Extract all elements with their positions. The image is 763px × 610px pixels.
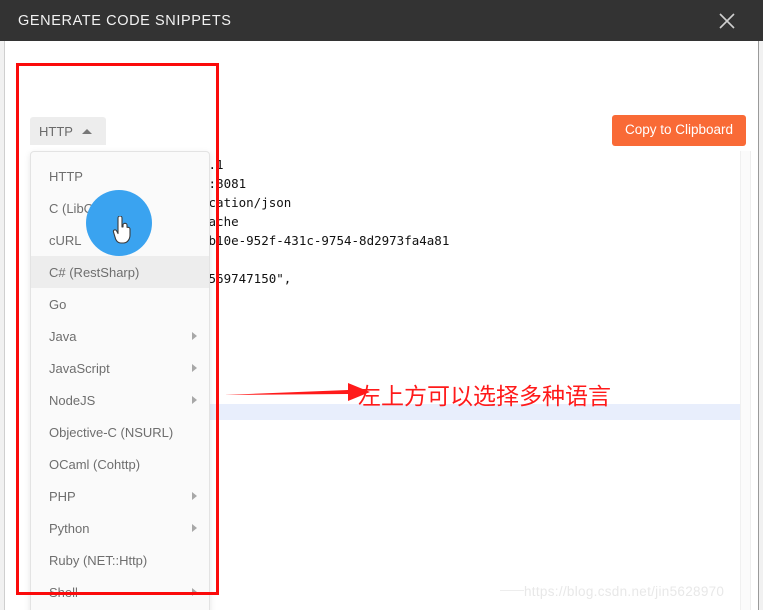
page-title: GENERATE CODE SNIPPETS — [18, 13, 232, 29]
language-option-label: C (LibCurl) — [49, 200, 112, 216]
language-option-label: C# (RestSharp) — [49, 264, 140, 280]
window-right-edge — [758, 0, 763, 610]
code-snippet-text: 1.1 8:8081 ication/json cache bb10e-952f… — [201, 157, 450, 286]
language-option-java[interactable]: Java — [31, 320, 209, 352]
modal-body: 1.1 8:8081 ication/json cache bb10e-952f… — [5, 41, 758, 610]
chevron-right-icon — [192, 492, 197, 500]
language-select-button[interactable]: HTTP — [30, 117, 106, 145]
language-option-label: Java — [49, 328, 77, 344]
chevron-right-icon — [192, 396, 197, 404]
language-option-shell[interactable]: Shell — [31, 576, 209, 608]
modal-title-bar: GENERATE CODE SNIPPETS — [0, 0, 763, 41]
language-option-ocaml-cohttp[interactable]: OCaml (Cohttp) — [31, 448, 209, 480]
language-option-label: JavaScript — [49, 360, 110, 376]
code-pane-scrollbar[interactable] — [740, 151, 750, 610]
code-preview-pane[interactable]: 1.1 8:8081 ication/json cache bb10e-952f… — [201, 151, 751, 610]
language-option-php[interactable]: PHP — [31, 480, 209, 512]
language-option-ruby-net-http[interactable]: Ruby (NET::Http) — [31, 544, 209, 576]
language-option-http[interactable]: HTTP — [31, 160, 209, 192]
language-option-label: Python — [49, 520, 90, 536]
language-option-label: Ruby (NET::Http) — [49, 552, 148, 568]
language-option-python[interactable]: Python — [31, 512, 209, 544]
language-option-label: Objective-C (NSURL) — [49, 424, 174, 440]
language-option-label: Go — [49, 296, 67, 312]
watermark-rule — [500, 590, 524, 591]
language-option-label: cURL — [49, 232, 82, 248]
language-select-value: HTTP — [39, 123, 73, 139]
language-dropdown-menu[interactable]: HTTP C (LibCurl) cURL C# (RestSharp) Go Java J… — [30, 151, 210, 610]
language-option-label: HTTP — [49, 168, 83, 184]
language-option-c-libcurl[interactable]: C (LibCurl) — [31, 192, 209, 224]
language-option-curl[interactable]: cURL — [31, 224, 209, 256]
language-option-objective-c-nsurl[interactable]: Objective-C (NSURL) — [31, 416, 209, 448]
language-option-go[interactable]: Go — [31, 288, 209, 320]
chevron-right-icon — [192, 524, 197, 532]
language-option-label: PHP — [49, 488, 76, 504]
copy-to-clipboard-button[interactable]: Copy to Clipboard — [612, 115, 747, 146]
caret-up-icon — [81, 128, 92, 134]
generate-code-snippets-window: GENERATE CODE SNIPPETS 1.1 8:8081 icatio… — [0, 0, 763, 610]
code-highlighted-line — [201, 404, 750, 420]
chevron-right-icon — [192, 332, 197, 340]
chevron-right-icon — [192, 588, 197, 596]
language-option-label: NodeJS — [49, 392, 96, 408]
close-button[interactable] — [701, 0, 753, 41]
language-option-c-restsharp[interactable]: C# (RestSharp) — [31, 256, 209, 288]
language-option-label: OCaml (Cohttp) — [49, 456, 141, 472]
language-option-nodejs[interactable]: NodeJS — [31, 384, 209, 416]
close-icon — [718, 12, 736, 30]
chevron-right-icon — [192, 364, 197, 372]
language-option-javascript[interactable]: JavaScript — [31, 352, 209, 384]
language-option-label: Shell — [49, 584, 78, 600]
